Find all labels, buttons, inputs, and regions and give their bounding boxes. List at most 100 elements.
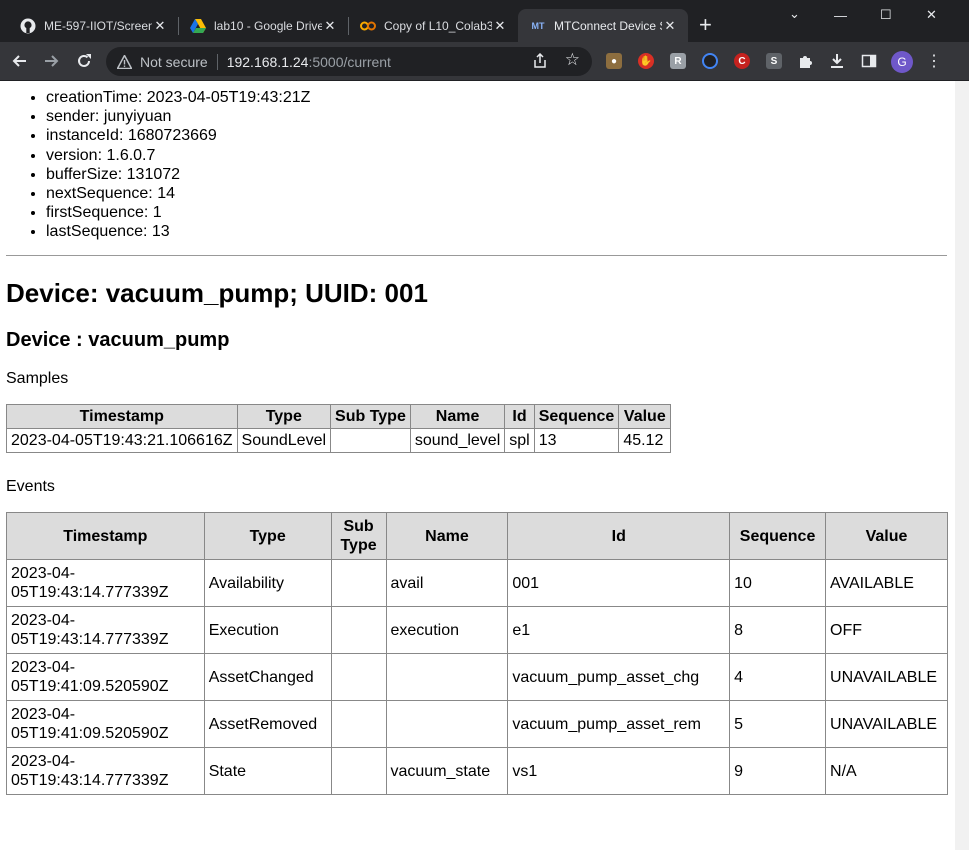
address-bar[interactable]: Not secure 192.168.1.24:5000/current ☆ <box>106 47 592 76</box>
colab-icon <box>360 18 376 34</box>
subtype-cell <box>330 559 387 607</box>
column-header: Name <box>385 512 509 560</box>
sequence-cell: 9 <box>729 747 827 795</box>
value-cell: OFF <box>825 606 948 654</box>
type-cell: SoundLevel <box>236 428 332 453</box>
subtype-cell <box>330 428 411 453</box>
adblock-extension-icon[interactable]: ✋ <box>638 53 654 69</box>
column-header: Type <box>203 512 332 560</box>
next-sequence: nextSequence: 14 <box>46 184 310 203</box>
side-panel-icon[interactable] <box>858 50 880 72</box>
id-cell: 001 <box>507 559 731 607</box>
timestamp-cell: 2023-04-05T19:41:09.520590Z <box>6 700 205 748</box>
reload-button[interactable] <box>73 50 95 72</box>
id-cell: vacuum_pump_asset_chg <box>507 653 731 701</box>
first-sequence: firstSequence: 1 <box>46 203 310 222</box>
sender: sender: junyiyuan <box>46 107 310 126</box>
table-row: 2023-04-05T19:43:14.777339Z Execution ex… <box>6 606 948 654</box>
bookmark-star-icon[interactable]: ☆ <box>565 50 580 70</box>
events-header-row: Timestamp Type Sub Type Name Id Sequence… <box>6 512 948 560</box>
timestamp-cell: 2023-04-05T19:43:14.777339Z <box>6 747 205 795</box>
sequence-cell: 5 <box>729 700 827 748</box>
url-path: :5000/current <box>308 53 391 70</box>
type-cell: State <box>203 747 332 795</box>
reader-extension-icon[interactable]: R <box>670 53 686 69</box>
name-cell: sound_level <box>409 428 506 453</box>
vertical-scrollbar[interactable] <box>955 81 969 850</box>
tab-colab[interactable]: Copy of L10_Colab3 ✕ <box>348 9 518 42</box>
table-row: 2023-04-05T19:43:14.777339Z State vacuum… <box>6 747 948 795</box>
column-header: Name <box>409 404 506 429</box>
events-table: Timestamp Type Sub Type Name Id Sequence… <box>6 512 948 795</box>
close-icon[interactable]: ✕ <box>322 18 338 34</box>
timestamp-cell: 2023-04-05T19:43:14.777339Z <box>6 606 205 654</box>
version: version: 1.6.0.7 <box>46 146 310 165</box>
subtype-cell <box>330 653 387 701</box>
value-cell: N/A <box>825 747 948 795</box>
device-title: Device: vacuum_pump; UUID: 001 <box>6 278 428 308</box>
new-tab-button[interactable]: + <box>699 14 712 36</box>
value-cell: AVAILABLE <box>825 559 948 607</box>
subtype-cell <box>330 606 387 654</box>
forward-button[interactable] <box>41 50 63 72</box>
share-icon[interactable] <box>532 52 548 72</box>
tab-google-drive[interactable]: lab10 - Google Drive ✕ <box>178 9 348 42</box>
name-cell <box>385 653 509 701</box>
cookie-extension-icon[interactable]: ● <box>606 53 622 69</box>
table-row: 2023-04-05T19:41:09.520590Z AssetRemoved… <box>6 700 948 748</box>
timestamp-cell: 2023-04-05T19:41:09.520590Z <box>6 653 205 701</box>
name-cell: execution <box>385 606 509 654</box>
id-cell: e1 <box>507 606 731 654</box>
column-header: Timestamp <box>6 404 238 429</box>
tab-github[interactable]: ME-597-IIOT/Screen ✕ <box>8 9 178 42</box>
type-cell: AssetChanged <box>203 653 332 701</box>
maximize-button[interactable]: ☐ <box>880 7 892 23</box>
table-row: 2023-04-05T19:41:09.520590Z AssetChanged… <box>6 653 948 701</box>
window-close-button[interactable]: ✕ <box>926 7 937 23</box>
extensions-puzzle-icon[interactable] <box>795 50 817 72</box>
search-extension-icon[interactable] <box>702 53 718 69</box>
google-drive-icon <box>190 18 206 34</box>
name-cell: vacuum_state <box>385 747 509 795</box>
sequence-cell: 13 <box>533 428 620 453</box>
tab-title: MTConnect Device S <box>554 18 662 33</box>
warning-icon[interactable] <box>117 54 132 69</box>
timestamp-cell: 2023-04-05T19:43:21.106616Z <box>6 428 238 453</box>
url-host: 192.168.1.24 <box>226 53 309 70</box>
column-header: Type <box>236 404 332 429</box>
column-header: Id <box>504 404 535 429</box>
id-cell: vs1 <box>507 747 731 795</box>
close-icon[interactable]: ✕ <box>152 18 168 34</box>
column-header: Value <box>825 512 948 560</box>
tab-title: lab10 - Google Drive <box>214 18 322 33</box>
tab-mtconnect[interactable]: MT MTConnect Device S ✕ <box>518 9 688 42</box>
close-icon[interactable]: ✕ <box>662 18 678 34</box>
profile-avatar[interactable]: G <box>891 51 913 73</box>
menu-kebab-icon[interactable]: ⋮ <box>923 50 945 72</box>
component-title: Device : vacuum_pump <box>6 329 230 351</box>
close-icon[interactable]: ✕ <box>492 18 508 34</box>
sequence-cell: 4 <box>729 653 827 701</box>
value-cell: UNAVAILABLE <box>825 700 948 748</box>
id-cell: spl <box>504 428 535 453</box>
type-cell: Execution <box>203 606 332 654</box>
sequence-cell: 10 <box>729 559 827 607</box>
minimize-button[interactable]: — <box>834 8 847 23</box>
download-icon[interactable] <box>826 50 848 72</box>
events-label: Events <box>6 478 55 495</box>
back-button[interactable] <box>8 50 30 72</box>
buffer-size: bufferSize: 131072 <box>46 165 310 184</box>
security-label: Not secure <box>140 53 208 70</box>
column-header: Value <box>618 404 672 429</box>
tab-title: ME-597-IIOT/Screen <box>44 18 152 33</box>
github-icon <box>20 18 36 34</box>
mtconnect-icon: MT <box>531 20 545 31</box>
creation-time: creationTime: 2023-04-05T19:43:21Z <box>46 88 310 107</box>
cite-extension-icon[interactable]: C <box>734 53 750 69</box>
stream-header-list: creationTime: 2023-04-05T19:43:21Z sende… <box>46 88 310 242</box>
chevron-down-icon[interactable]: ⌄ <box>789 6 800 22</box>
s-extension-icon[interactable]: S <box>766 53 782 69</box>
divider <box>6 255 947 256</box>
browser-toolbar: Not secure 192.168.1.24:5000/current ☆ ●… <box>0 42 969 81</box>
page-content: creationTime: 2023-04-05T19:43:21Z sende… <box>0 81 955 850</box>
